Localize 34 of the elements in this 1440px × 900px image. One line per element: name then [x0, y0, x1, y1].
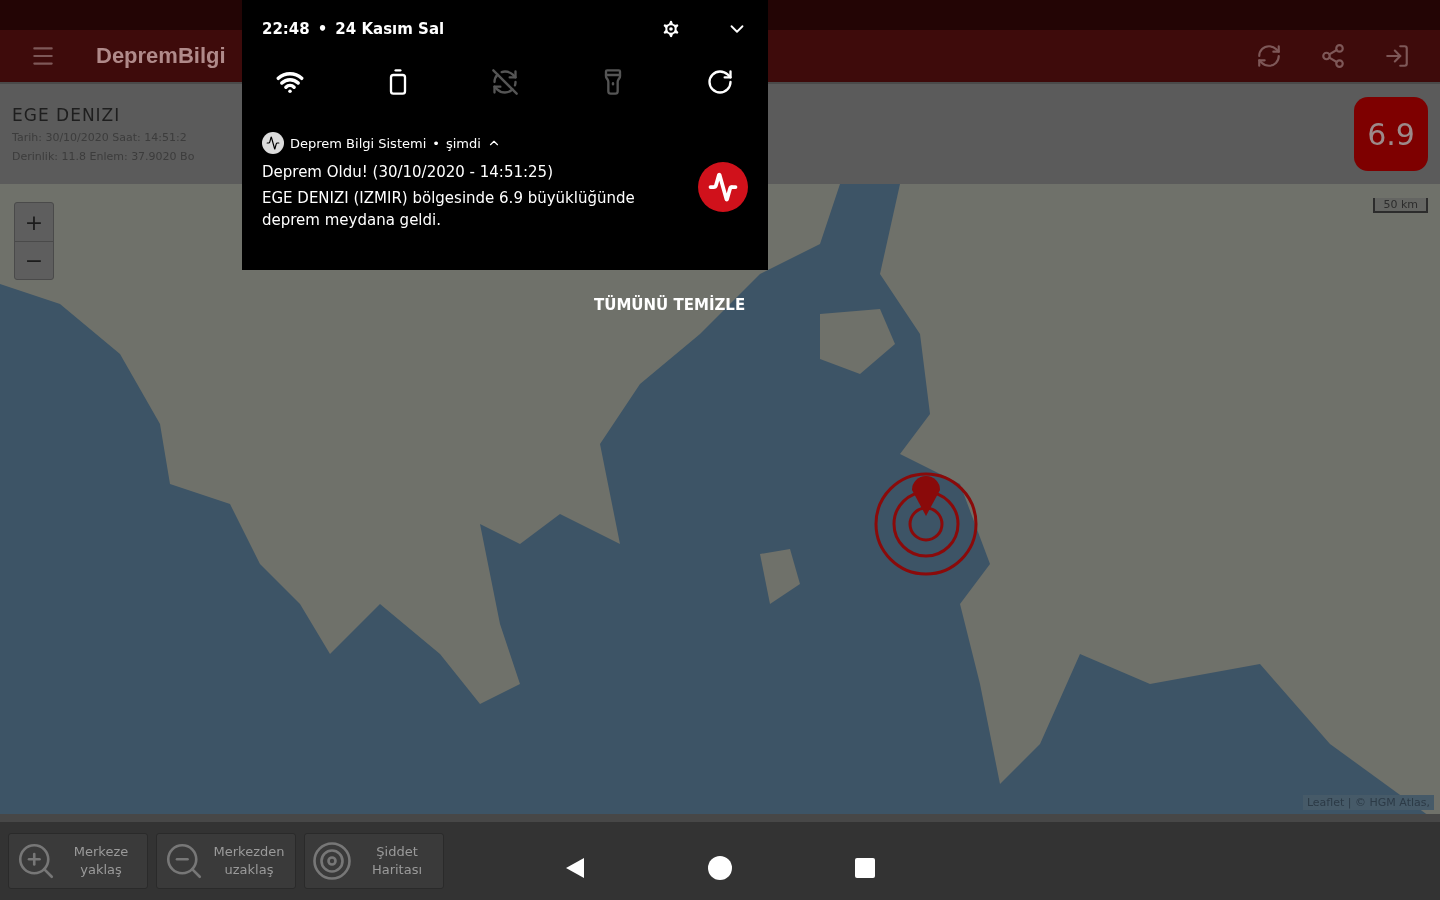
recents-icon: [854, 857, 876, 879]
clock-date: 24 Kasım Sal: [335, 20, 445, 38]
target-icon: [311, 840, 353, 882]
event-region: EGE DENIZI: [12, 105, 122, 125]
separator-dot: •: [317, 20, 328, 38]
island-shape: [760, 549, 800, 604]
map-action-button[interactable]: Merkeze yaklaş: [8, 833, 148, 889]
clear-all-button[interactable]: TÜMÜNÜ TEMİZLE: [590, 292, 750, 318]
map-action-button[interactable]: Şiddet Haritası: [304, 833, 444, 889]
app-title: DepremBilgi: [96, 43, 226, 69]
recents-button[interactable]: [854, 857, 876, 879]
settings-icon[interactable]: [660, 18, 682, 40]
notification-title: Deprem Oldu! (30/10/2020 - 14:51:25): [262, 162, 554, 183]
pulse-icon: [698, 162, 748, 212]
zoom-in-button[interactable]: +: [15, 203, 53, 241]
share-icon[interactable]: [1320, 43, 1346, 69]
app-icon: [262, 132, 284, 154]
home-icon: [706, 854, 734, 882]
notification-app-name: Deprem Bilgi Sistemi: [290, 135, 427, 151]
quick-setting-tile[interactable]: [491, 68, 519, 96]
back-icon: [564, 856, 586, 880]
clock-time: 22:48: [262, 20, 310, 38]
magnitude-badge: 6.9: [1354, 97, 1428, 171]
notification-time: şimdi: [445, 135, 481, 151]
refresh-icon[interactable]: [1256, 43, 1282, 69]
zoom-out-button[interactable]: −: [15, 241, 53, 279]
home-button[interactable]: [706, 854, 734, 882]
map-action-button[interactable]: Merkezden uzaklaş: [156, 833, 296, 889]
separator-dot: •: [432, 135, 440, 151]
exit-icon[interactable]: [1384, 43, 1410, 69]
back-button[interactable]: [564, 856, 586, 880]
quick-setting-tile[interactable]: [706, 68, 734, 96]
notification-body: EGE DENIZI (IZMIR) bölgesinde 6.9 büyüklüğünde deprem meydana geldi.: [262, 187, 636, 231]
scale-bar: 50 km: [1373, 198, 1428, 213]
